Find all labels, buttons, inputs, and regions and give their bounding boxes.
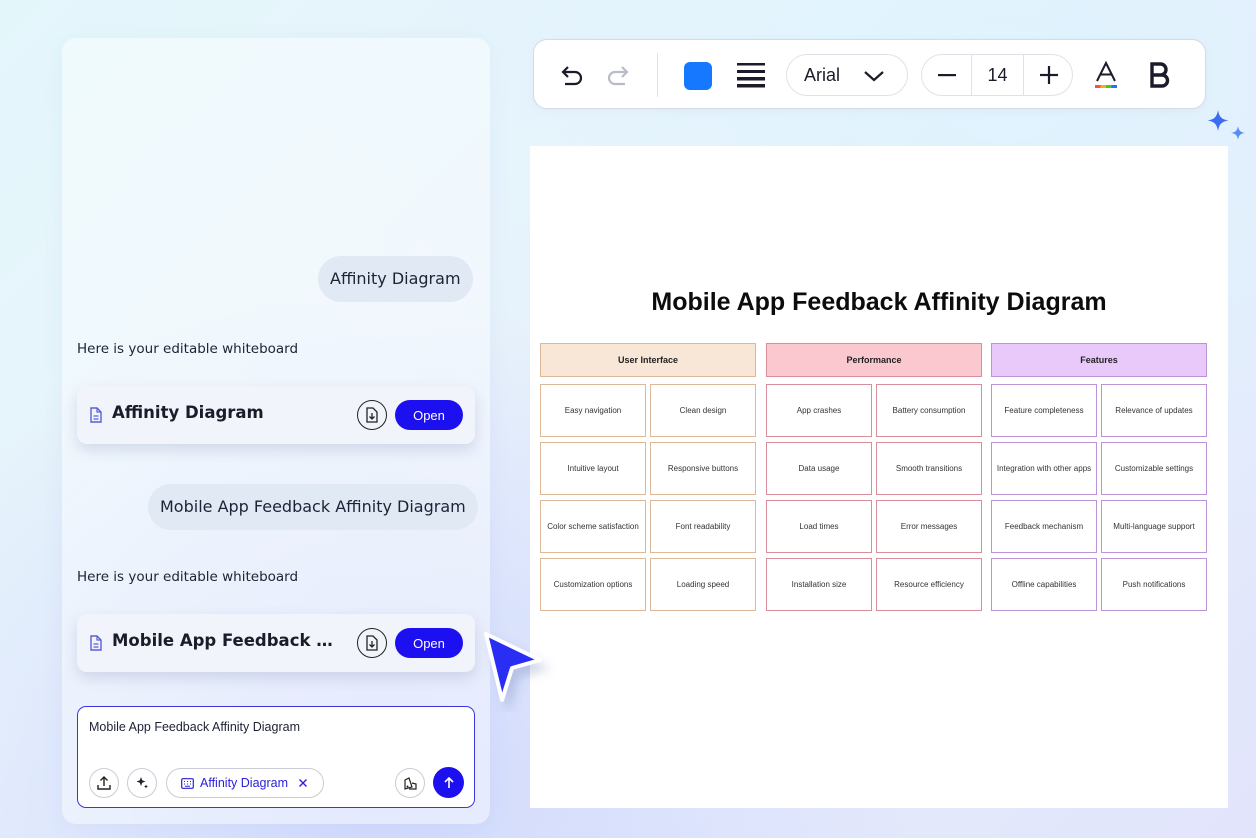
template-chip-label: Affinity Diagram (200, 776, 288, 790)
download-button[interactable] (357, 400, 387, 430)
keyboard-icon (181, 777, 194, 789)
minus-icon (937, 74, 956, 77)
sticky-note[interactable]: Loading speed (650, 558, 756, 611)
font-family-select[interactable]: Arial (786, 54, 908, 96)
fill-color-swatch (683, 61, 712, 90)
format-toolbar: Arial 14 (533, 39, 1206, 109)
sticky-note[interactable]: Battery consumption (876, 384, 982, 437)
chat-input[interactable]: Mobile App Feedback Affinity Diagram Aff… (77, 706, 475, 808)
open-button[interactable]: Open (395, 628, 463, 658)
sticky-note[interactable]: Installation size (766, 558, 872, 611)
upload-button[interactable] (89, 768, 119, 798)
increase-size-button[interactable] (1024, 55, 1073, 95)
redo-icon (607, 66, 629, 86)
bot-message: Here is your editable whiteboard (77, 341, 299, 357)
sticky-note[interactable]: Error messages (876, 500, 982, 553)
line-style-button[interactable] (734, 60, 768, 90)
whiteboard-canvas[interactable]: Mobile App Feedback Affinity Diagram Use… (530, 146, 1228, 808)
sticky-note[interactable]: Customizable settings (1101, 442, 1207, 495)
user-message: Affinity Diagram (318, 256, 473, 302)
palette-icon (403, 776, 417, 790)
sticky-note[interactable]: Push notifications (1101, 558, 1207, 611)
ai-enhance-button[interactable] (127, 768, 157, 798)
sticky-note[interactable]: Feature completeness (991, 384, 1097, 437)
redo-button[interactable] (602, 59, 636, 91)
sticky-note[interactable]: Load times (766, 500, 872, 553)
category-header[interactable]: Features (991, 343, 1207, 377)
card-title: Mobile App Feedback Affinity Diagram (112, 631, 344, 650)
open-button[interactable]: Open (395, 400, 463, 430)
fill-color-button[interactable] (682, 60, 713, 91)
sticky-note[interactable]: Integration with other apps (991, 442, 1097, 495)
decrease-size-button[interactable] (922, 55, 971, 95)
sticky-note[interactable]: Data usage (766, 442, 872, 495)
plus-icon (1039, 66, 1058, 84)
sparkle-icon (1207, 110, 1245, 140)
sticky-note[interactable]: Customization options (540, 558, 646, 611)
sticky-note[interactable]: Responsive buttons (650, 442, 756, 495)
chat-input-text[interactable]: Mobile App Feedback Affinity Diagram (89, 720, 300, 734)
whiteboard-card[interactable]: Affinity Diagram Open (77, 386, 475, 444)
download-icon (366, 635, 378, 651)
sticky-note[interactable]: Smooth transitions (876, 442, 982, 495)
bot-message: Here is your editable whiteboard (77, 569, 299, 585)
document-icon (90, 407, 102, 423)
sticky-note[interactable]: Font readability (650, 500, 756, 553)
cursor-pointer-icon (484, 632, 542, 702)
close-icon[interactable] (298, 778, 308, 788)
sticky-note[interactable]: App crashes (766, 384, 872, 437)
bold-icon (1150, 62, 1170, 88)
undo-button[interactable] (554, 59, 588, 91)
sticky-note[interactable]: Feedback mechanism (991, 500, 1097, 553)
sticky-note[interactable]: Relevance of updates (1101, 384, 1207, 437)
font-size-stepper: 14 (921, 54, 1073, 96)
whiteboard-card[interactable]: Mobile App Feedback Affinity Diagram Ope… (77, 614, 475, 672)
style-button[interactable] (395, 768, 425, 798)
sparkle-icon (136, 777, 148, 789)
toolbar-divider (657, 53, 658, 97)
text-color-icon (1095, 60, 1117, 88)
download-icon (366, 407, 378, 423)
sticky-note[interactable]: Easy navigation (540, 384, 646, 437)
font-size-value[interactable]: 14 (972, 55, 1023, 95)
sticky-note[interactable]: Color scheme satisfaction (540, 500, 646, 553)
undo-icon (561, 66, 583, 86)
template-chip[interactable]: Affinity Diagram (166, 768, 324, 798)
category-header[interactable]: Performance (766, 343, 982, 377)
diagram-title: Mobile App Feedback Affinity Diagram (651, 288, 1107, 316)
user-message: Mobile App Feedback Affinity Diagram (148, 484, 478, 530)
category-header[interactable]: User Interface (540, 343, 756, 377)
chevron-down-icon (864, 71, 884, 82)
send-button[interactable] (433, 767, 464, 798)
line-weight-icon (737, 63, 765, 88)
sticky-note[interactable]: Resource efficiency (876, 558, 982, 611)
document-icon (90, 635, 102, 651)
card-title: Affinity Diagram (112, 403, 264, 422)
text-color-button[interactable] (1090, 58, 1122, 92)
font-family-value: Arial (804, 64, 841, 85)
download-button[interactable] (357, 628, 387, 658)
sticky-note[interactable]: Multi-language support (1101, 500, 1207, 553)
upload-icon (97, 776, 111, 790)
bold-button[interactable] (1144, 58, 1176, 92)
arrow-up-icon (443, 776, 454, 788)
sticky-note[interactable]: Clean design (650, 384, 756, 437)
sticky-note[interactable]: Offline capabilities (991, 558, 1097, 611)
sticky-note[interactable]: Intuitive layout (540, 442, 646, 495)
